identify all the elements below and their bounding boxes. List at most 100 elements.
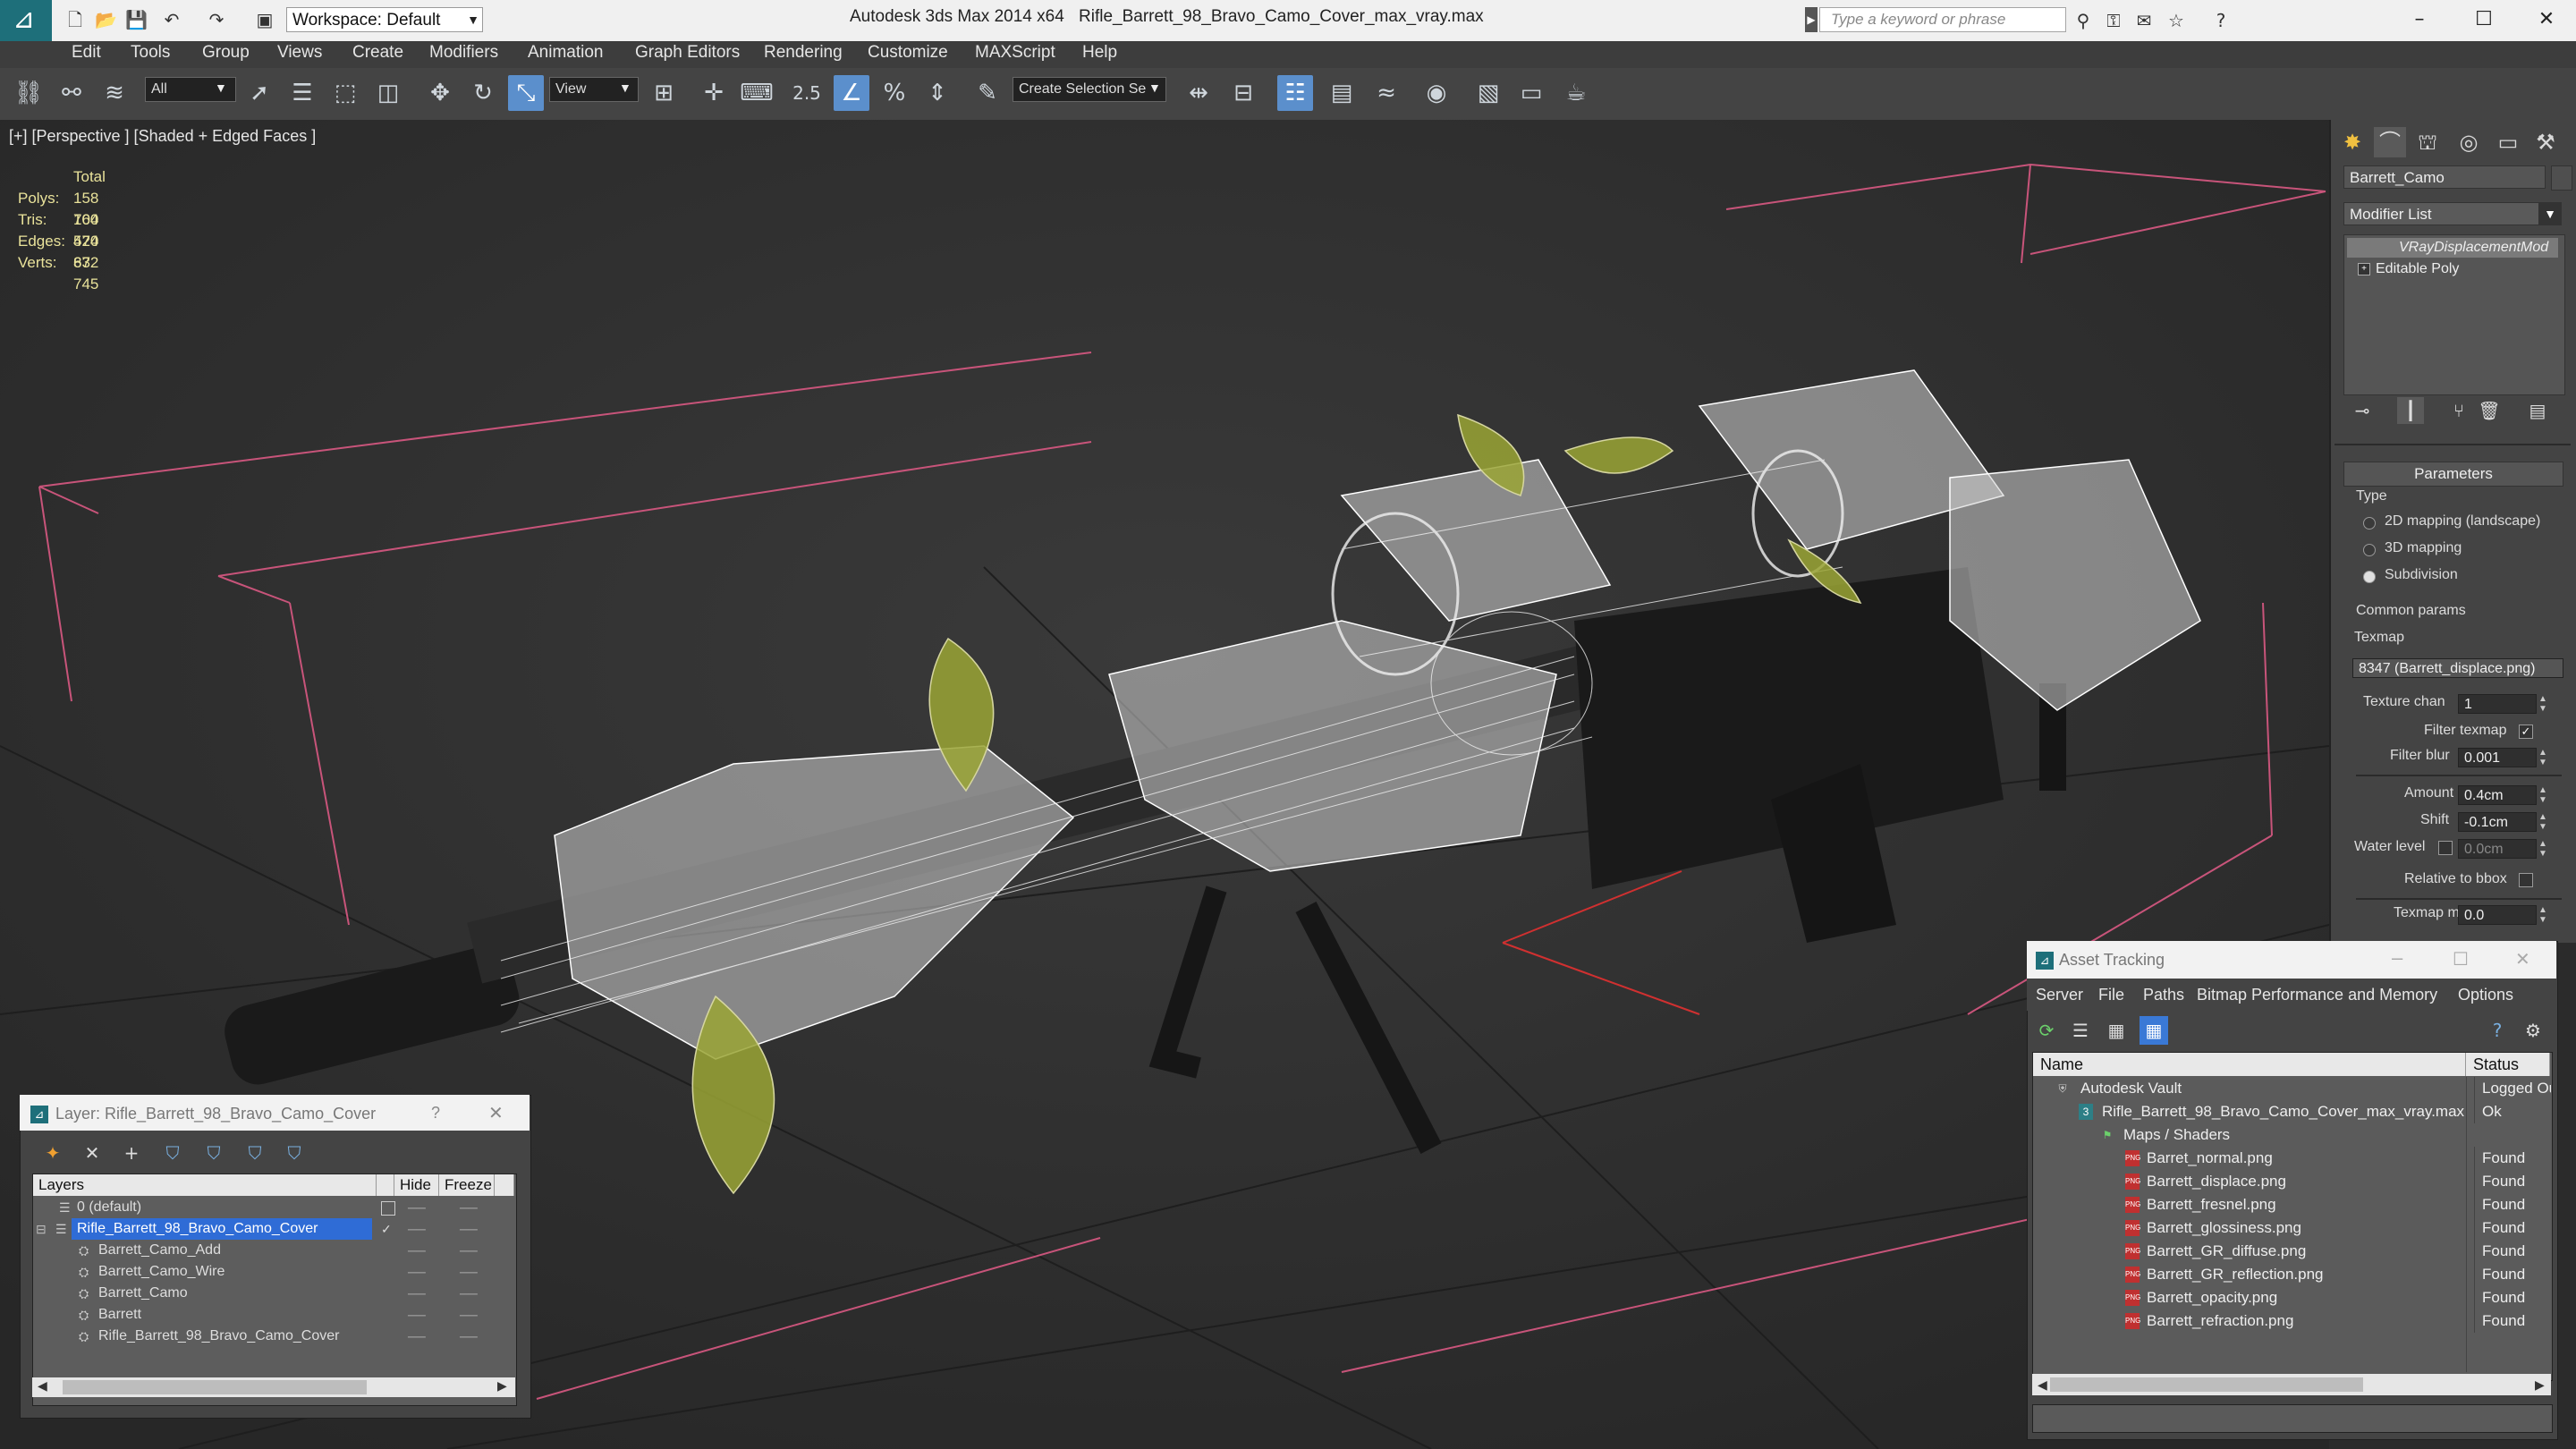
- asset-name[interactable]: Barrett_refraction.png: [2147, 1309, 2293, 1333]
- menu-customize[interactable]: Customize: [868, 43, 948, 63]
- freeze-column-header[interactable]: Freeze: [439, 1174, 495, 1196]
- refresh-icon[interactable]: ⟳: [2032, 1016, 2061, 1045]
- menu-modifiers[interactable]: Modifiers: [429, 43, 498, 63]
- remove-modifier-icon[interactable]: 🗑: [2476, 397, 2503, 424]
- asset-row[interactable]: PNG Barrett_GR_diffuse.png Found: [2032, 1240, 2551, 1263]
- motion-tab-icon[interactable]: ◎: [2453, 127, 2485, 157]
- freeze-all-layers-icon[interactable]: ⛉: [281, 1140, 308, 1166]
- chevron-down-icon[interactable]: ▼: [463, 7, 483, 32]
- delete-layer-icon[interactable]: ✕: [79, 1140, 106, 1166]
- align-icon[interactable]: ⊟: [1225, 75, 1261, 111]
- layer-row[interactable]: ⛭ Rifle_Barrett_98_Bravo_Camo_Cover ── ─…: [32, 1326, 515, 1347]
- asset-row[interactable]: ⛨ Autodesk Vault Logged Ou: [2032, 1077, 2551, 1100]
- spinner-icon[interactable]: ▲ ▼: [2538, 812, 2547, 832]
- layer-name[interactable]: 0 (default): [77, 1197, 141, 1218]
- menu-create[interactable]: Create: [352, 43, 403, 63]
- object-color-swatch[interactable]: [2551, 165, 2572, 191]
- hide-toggle[interactable]: ──: [408, 1326, 426, 1347]
- asset-name[interactable]: Rifle_Barrett_98_Bravo_Camo_Cover_max_vr…: [2102, 1100, 2464, 1123]
- spinner-icon[interactable]: ▲ ▼: [2538, 905, 2547, 925]
- chevron-down-icon[interactable]: ▼: [1148, 80, 1161, 95]
- freeze-toggle[interactable]: ──: [460, 1218, 478, 1240]
- asset-name[interactable]: Autodesk Vault: [2080, 1077, 2182, 1100]
- modifier-list-dropdown[interactable]: Modifier List: [2343, 202, 2562, 225]
- create-layer-icon[interactable]: ✦: [39, 1140, 66, 1166]
- asset-row[interactable]: 3 Rifle_Barrett_98_Bravo_Camo_Cover_max_…: [2032, 1100, 2551, 1123]
- layer-row[interactable]: ⛭ Barrett ── ──: [32, 1304, 515, 1326]
- tree-view-icon[interactable]: ▦: [2102, 1016, 2131, 1045]
- filter-blur-field[interactable]: 0.001: [2458, 748, 2537, 767]
- asset-menu-server[interactable]: Server: [2036, 986, 2083, 1004]
- hierarchy-tab-icon[interactable]: ⛫: [2411, 127, 2444, 157]
- scroll-right-icon[interactable]: ▶: [2535, 1377, 2545, 1393]
- asset-row[interactable]: PNG Barrett_opacity.png Found: [2032, 1286, 2551, 1309]
- menu-edit[interactable]: Edit: [72, 43, 101, 63]
- chevron-down-icon[interactable]: ▼: [2538, 202, 2562, 225]
- hide-all-layers-icon[interactable]: ⛉: [242, 1140, 268, 1166]
- asset-menu-file[interactable]: File: [2098, 986, 2124, 1004]
- layer-row[interactable]: ⊟ ☰ Rifle_Barrett_98_Bravo_Camo_Cover ✓ …: [32, 1218, 515, 1240]
- asset-name[interactable]: Barrett_GR_reflection.png: [2147, 1263, 2324, 1286]
- asset-name[interactable]: Maps / Shaders: [2123, 1123, 2230, 1147]
- asset-name[interactable]: Barrett_opacity.png: [2147, 1286, 2277, 1309]
- new-file-icon[interactable]: 🗋: [64, 9, 86, 30]
- select-by-name-icon[interactable]: ☰: [284, 75, 320, 111]
- project-folder-icon[interactable]: ▣: [254, 9, 275, 30]
- menu-graph-editors[interactable]: Graph Editors: [635, 43, 740, 63]
- texmap-button[interactable]: 8347 (Barrett_displace.png): [2352, 658, 2563, 678]
- window-crossing-icon[interactable]: ◫: [370, 75, 406, 111]
- freeze-toggle[interactable]: ──: [460, 1283, 478, 1304]
- curve-editor-icon[interactable]: ≈: [1368, 75, 1404, 111]
- asset-row[interactable]: PNG Barrett_fresnel.png Found: [2032, 1193, 2551, 1216]
- layers-column-header[interactable]: Layers: [33, 1174, 377, 1196]
- list-view-icon[interactable]: ☰: [2066, 1016, 2095, 1045]
- asset-scroll-thumb[interactable]: [2050, 1377, 2363, 1392]
- menu-help[interactable]: Help: [1082, 43, 1117, 63]
- render-column-header[interactable]: [495, 1174, 514, 1196]
- snap-toggle-icon[interactable]: 2.5: [789, 75, 825, 111]
- asset-row[interactable]: PNG Barrett_refraction.png Found: [2032, 1309, 2551, 1333]
- menu-group[interactable]: Group: [202, 43, 250, 63]
- maximize-button[interactable]: ☐: [2462, 4, 2506, 36]
- select-in-layer-icon[interactable]: ⛉: [159, 1140, 186, 1166]
- menu-maxscript[interactable]: MAXScript: [975, 43, 1055, 63]
- name-column-header[interactable]: Name: [2033, 1053, 2466, 1076]
- asset-close-button[interactable]: ✕: [2515, 948, 2530, 970]
- asset-row[interactable]: ⚑ Maps / Shaders: [2032, 1123, 2551, 1147]
- texture-chan-field[interactable]: 1: [2458, 694, 2537, 714]
- freeze-toggle[interactable]: ──: [460, 1304, 478, 1326]
- layer-row[interactable]: ☰ 0 (default) ── ──: [32, 1197, 515, 1218]
- search-expand-icon[interactable]: ▶: [1805, 7, 1818, 32]
- hide-toggle[interactable]: ──: [408, 1197, 426, 1218]
- hide-toggle[interactable]: ──: [408, 1283, 426, 1304]
- collapse-icon[interactable]: ⊟: [36, 1218, 48, 1240]
- freeze-toggle[interactable]: ──: [460, 1197, 478, 1218]
- communication-icon[interactable]: ✉: [2132, 9, 2156, 32]
- render-frame-icon[interactable]: ▭: [1513, 75, 1549, 111]
- render-teapot-icon[interactable]: ☕: [1558, 75, 1594, 111]
- current-layer-check-icon[interactable]: ✓: [381, 1218, 394, 1240]
- move-icon[interactable]: ✥: [422, 75, 458, 111]
- asset-name[interactable]: Barrett_displace.png: [2147, 1170, 2286, 1193]
- asset-row[interactable]: PNG Barrett_GR_reflection.png Found: [2032, 1263, 2551, 1286]
- pin-stack-icon[interactable]: ⊸: [2349, 397, 2376, 424]
- radio-3d-mapping[interactable]: [2363, 544, 2376, 556]
- hide-toggle[interactable]: ──: [408, 1218, 426, 1240]
- spinner-icon[interactable]: ▲ ▼: [2538, 785, 2547, 805]
- stack-item-editable-poly[interactable]: Editable Poly: [2347, 259, 2558, 279]
- asset-row[interactable]: PNG Barrett_displace.png Found: [2032, 1170, 2551, 1193]
- radio-subdivision[interactable]: [2363, 571, 2376, 583]
- asset-name[interactable]: Barret_normal.png: [2147, 1147, 2273, 1170]
- make-unique-icon[interactable]: ⑂: [2445, 397, 2472, 424]
- spinner-icon[interactable]: ▲ ▼: [2538, 839, 2547, 859]
- key-icon[interactable]: ⚿: [2102, 9, 2125, 32]
- parameters-rollout-header[interactable]: Parameters: [2343, 462, 2563, 487]
- named-selection-dropdown[interactable]: Create Selection Se: [1013, 77, 1166, 102]
- spinner-icon[interactable]: ▲ ▼: [2538, 694, 2547, 714]
- render-setup-icon[interactable]: ▧: [1470, 75, 1506, 111]
- filter-texmap-checkbox[interactable]: ✓: [2519, 724, 2533, 739]
- angle-snap-icon[interactable]: ∠: [834, 75, 869, 111]
- object-name[interactable]: Barrett_Camo_Add: [98, 1240, 221, 1261]
- hide-toggle[interactable]: ──: [408, 1240, 426, 1261]
- save-file-icon[interactable]: 💾: [125, 9, 148, 30]
